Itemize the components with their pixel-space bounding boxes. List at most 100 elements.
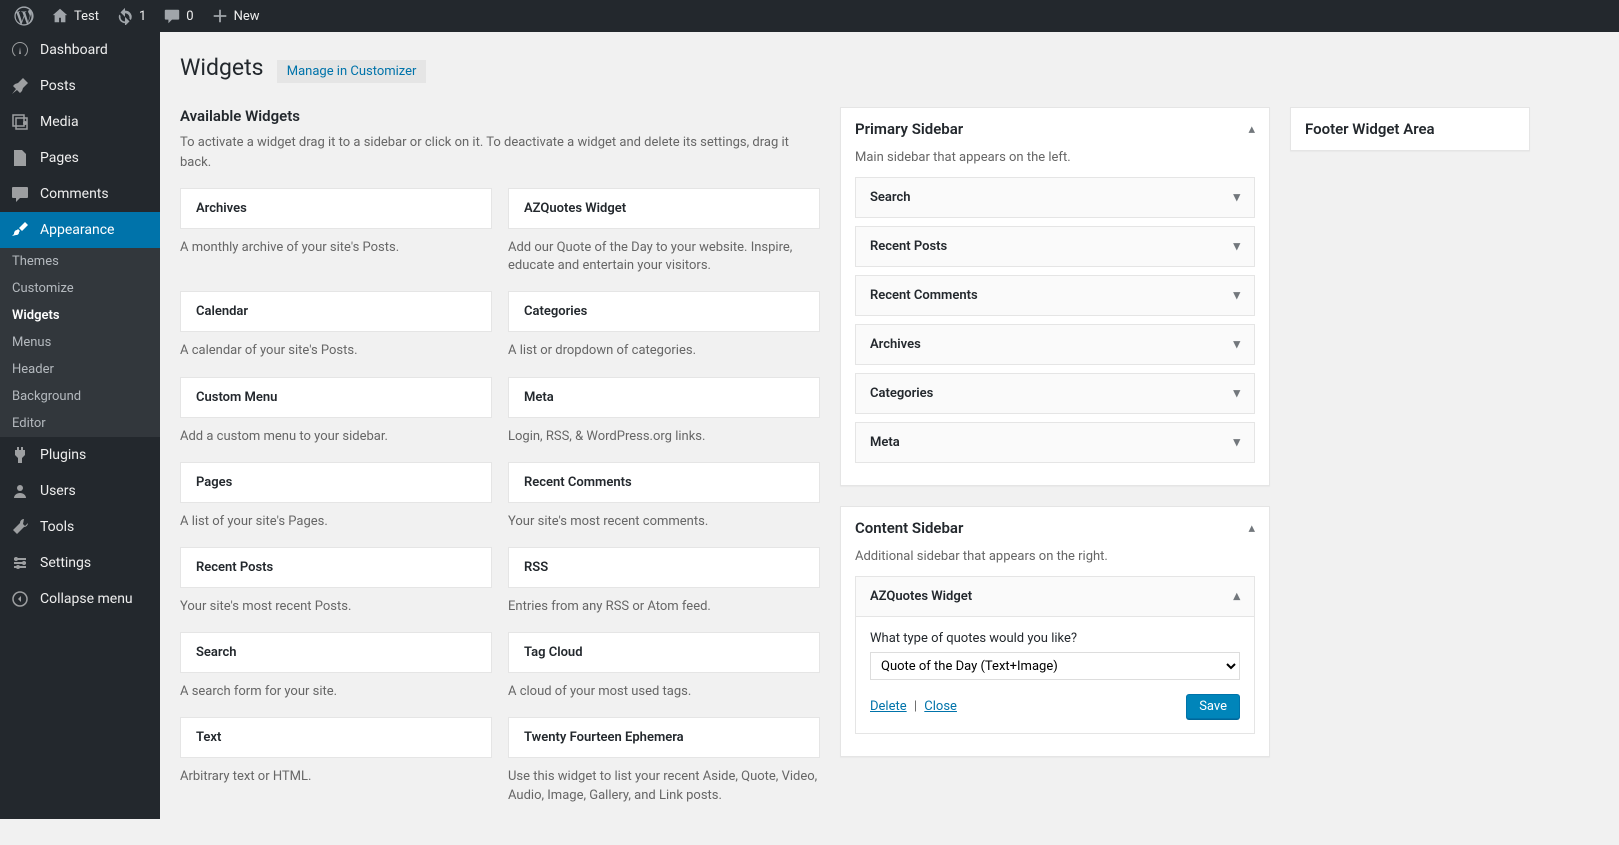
available-widget-title[interactable]: Twenty Fourteen Ephemera — [508, 717, 820, 758]
available-widget-desc: A search form for your site. — [180, 673, 492, 701]
comments-icon — [10, 184, 30, 204]
primary-sidebar-desc: Main sidebar that appears on the left. — [841, 150, 1269, 177]
menu-tools-label: Tools — [40, 519, 74, 535]
widget-item-toggle[interactable]: Archives▾ — [856, 325, 1254, 364]
chevron-down-icon: ▾ — [1233, 288, 1240, 303]
widget-item: Categories▾ — [855, 373, 1255, 414]
collapse-menu[interactable]: Collapse menu — [0, 581, 160, 617]
available-widget-desc: A monthly archive of your site's Posts. — [180, 229, 492, 257]
available-widget-desc: Your site's most recent comments. — [508, 503, 820, 531]
available-widget-desc: Add our Quote of the Day to your website… — [508, 229, 820, 275]
manage-in-customizer-button[interactable]: Manage in Customizer — [277, 60, 427, 83]
update-icon — [115, 6, 135, 26]
settings-icon — [10, 553, 30, 573]
menu-comments[interactable]: Comments — [0, 176, 160, 212]
menu-posts[interactable]: Posts — [0, 68, 160, 104]
menu-media[interactable]: Media — [0, 104, 160, 140]
comment-icon — [162, 6, 182, 26]
new-label: New — [234, 9, 260, 24]
submenu-menus[interactable]: Menus — [0, 329, 160, 356]
chevron-up-icon: ▴ — [1233, 589, 1240, 604]
available-widget-desc: Add a custom menu to your sidebar. — [180, 418, 492, 446]
available-widget-title[interactable]: Text — [180, 717, 492, 758]
widget-item-toggle[interactable]: Recent Posts▾ — [856, 227, 1254, 266]
available-widget: PagesA list of your site's Pages. — [180, 462, 492, 531]
submenu-header[interactable]: Header — [0, 356, 160, 383]
available-widget: SearchA search form for your site. — [180, 632, 492, 701]
available-widget: CategoriesA list or dropdown of categori… — [508, 291, 820, 360]
tools-icon — [10, 517, 30, 537]
available-widget-desc: A cloud of your most used tags. — [508, 673, 820, 701]
available-widget-title[interactable]: Calendar — [180, 291, 492, 332]
available-widget-title[interactable]: Archives — [180, 188, 492, 229]
menu-dashboard[interactable]: Dashboard — [0, 32, 160, 68]
primary-sidebar-area: Primary Sidebar ▴ Main sidebar that appe… — [840, 107, 1270, 486]
menu-media-label: Media — [40, 114, 79, 130]
available-widget-title[interactable]: Recent Comments — [508, 462, 820, 503]
menu-users[interactable]: Users — [0, 473, 160, 509]
comments[interactable]: 0 — [154, 0, 201, 32]
menu-pages-label: Pages — [40, 150, 79, 166]
available-widgets-panel: Available Widgets To activate a widget d… — [180, 107, 820, 805]
wp-logo[interactable] — [6, 0, 42, 32]
collapse-icon — [10, 589, 30, 609]
available-widget-desc: Entries from any RSS or Atom feed. — [508, 588, 820, 616]
available-widget-title[interactable]: AZQuotes Widget — [508, 188, 820, 229]
menu-appearance[interactable]: Appearance — [0, 212, 160, 248]
menu-plugins[interactable]: Plugins — [0, 437, 160, 473]
available-widget-desc: Use this widget to list your recent Asid… — [508, 758, 820, 804]
available-widget-title[interactable]: Custom Menu — [180, 377, 492, 418]
widget-item-title: Archives — [870, 337, 921, 352]
submenu-background[interactable]: Background — [0, 383, 160, 410]
brush-icon — [10, 220, 30, 240]
available-widget-desc: A calendar of your site's Posts. — [180, 332, 492, 360]
primary-sidebar-toggle[interactable]: Primary Sidebar ▴ — [841, 108, 1269, 150]
chevron-up-icon: ▴ — [1248, 122, 1255, 137]
new-content[interactable]: New — [202, 0, 268, 32]
available-widget-desc: Arbitrary text or HTML. — [180, 758, 492, 786]
azquotes-widget-toggle[interactable]: AZQuotes Widget ▴ — [856, 577, 1254, 616]
content-sidebar-title: Content Sidebar — [855, 519, 963, 537]
available-widget-title[interactable]: Pages — [180, 462, 492, 503]
available-widget: CalendarA calendar of your site's Posts. — [180, 291, 492, 360]
footer-area-title: Footer Widget Area — [1305, 120, 1435, 138]
available-widget-title[interactable]: RSS — [508, 547, 820, 588]
menu-pages[interactable]: Pages — [0, 140, 160, 176]
menu-settings[interactable]: Settings — [0, 545, 160, 581]
widget-item: Meta▾ — [855, 422, 1255, 463]
site-name[interactable]: Test — [42, 0, 107, 32]
available-widget: RSSEntries from any RSS or Atom feed. — [508, 547, 820, 616]
submenu-themes[interactable]: Themes — [0, 248, 160, 275]
submenu-customize[interactable]: Customize — [0, 275, 160, 302]
primary-sidebar-title: Primary Sidebar — [855, 120, 963, 138]
footer-area-toggle[interactable]: Footer Widget Area — [1291, 108, 1529, 150]
widget-item-toggle[interactable]: Meta▾ — [856, 423, 1254, 462]
page-title: Widgets — [180, 54, 263, 81]
widget-item: Recent Posts▾ — [855, 226, 1255, 267]
widget-item: Search▾ — [855, 177, 1255, 218]
available-widget-title[interactable]: Meta — [508, 377, 820, 418]
save-button[interactable]: Save — [1186, 694, 1240, 719]
available-widget-title[interactable]: Tag Cloud — [508, 632, 820, 673]
footer-widget-area: Footer Widget Area — [1290, 107, 1530, 151]
widget-item-toggle[interactable]: Search▾ — [856, 178, 1254, 217]
available-widget-title[interactable]: Recent Posts — [180, 547, 492, 588]
updates[interactable]: 1 — [107, 0, 154, 32]
widget-item: Archives▾ — [855, 324, 1255, 365]
dashboard-icon — [10, 40, 30, 60]
available-widget-title[interactable]: Search — [180, 632, 492, 673]
menu-settings-label: Settings — [40, 555, 91, 571]
submenu-editor[interactable]: Editor — [0, 410, 160, 437]
widget-item-toggle[interactable]: Categories▾ — [856, 374, 1254, 413]
delete-link[interactable]: Delete — [870, 699, 907, 714]
menu-tools[interactable]: Tools — [0, 509, 160, 545]
quote-type-select[interactable]: Quote of the Day (Text+Image) — [870, 652, 1240, 680]
available-desc: To activate a widget drag it to a sideba… — [180, 133, 820, 172]
widget-item-toggle[interactable]: Recent Comments▾ — [856, 276, 1254, 315]
menu-users-label: Users — [40, 483, 76, 499]
close-link[interactable]: Close — [924, 699, 957, 714]
available-widget-title[interactable]: Categories — [508, 291, 820, 332]
content-sidebar-toggle[interactable]: Content Sidebar ▴ — [841, 507, 1269, 549]
submenu-widgets[interactable]: Widgets — [0, 302, 160, 329]
available-widget-desc: Your site's most recent Posts. — [180, 588, 492, 616]
